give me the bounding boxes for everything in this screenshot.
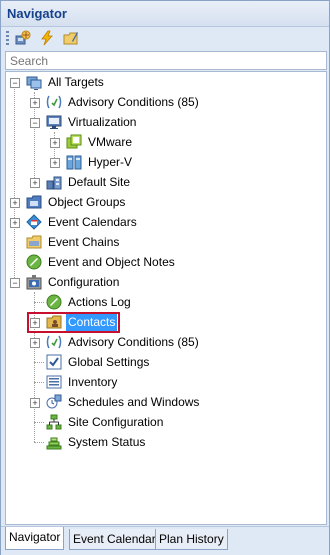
tree-item-label: Actions Log	[68, 295, 131, 309]
tree-item-schedules[interactable]: + Schedules and Windows	[6, 392, 324, 412]
tree-item-advisory-conditions-config[interactable]: + Advisory Conditions (85)	[6, 332, 324, 352]
tree-item-label: Event and Object Notes	[48, 255, 175, 269]
collapse-toggle[interactable]: −	[10, 78, 20, 88]
tree-connector	[34, 422, 44, 423]
tree-item-global-settings[interactable]: Global Settings	[6, 352, 324, 372]
tree-item-label: Advisory Conditions (85)	[68, 95, 199, 109]
tree-item-label: Event Calendars	[48, 215, 137, 229]
hyper-v-icon	[66, 155, 82, 170]
tab-plan-history[interactable]: Plan History	[155, 529, 228, 550]
tree-item-configuration[interactable]: − Configuration	[6, 272, 324, 292]
toolbar	[1, 27, 329, 50]
tree-item-label: System Status	[68, 435, 146, 449]
panel-title: Navigator	[7, 6, 67, 21]
inventory-icon	[46, 375, 62, 389]
tab-event-calendar[interactable]: Event Calendar	[69, 529, 160, 550]
system-status-icon	[46, 437, 62, 450]
tree-item-default-site[interactable]: + Default Site	[6, 172, 324, 192]
tree-item-label: Hyper-V	[88, 155, 133, 169]
tree-item-vmware[interactable]: + VMware	[6, 132, 324, 152]
tree-item-event-calendars[interactable]: + Event Calendars	[6, 212, 324, 232]
expand-toggle[interactable]: +	[30, 98, 40, 108]
expand-toggle[interactable]: +	[30, 398, 40, 408]
tree-item-object-groups[interactable]: + Object Groups	[6, 192, 324, 212]
site-icon	[46, 176, 62, 190]
expand-toggle[interactable]: +	[10, 198, 20, 208]
schedules-icon	[46, 394, 62, 409]
tree-connector	[34, 442, 44, 443]
collapse-toggle[interactable]: −	[10, 278, 20, 288]
expand-toggle[interactable]: +	[50, 158, 60, 168]
advisory-conditions-icon	[46, 95, 62, 109]
navigator-panel: Navigator −	[0, 0, 330, 555]
tree-item-label: Object Groups	[48, 195, 126, 209]
tree-item-label: Event Chains	[48, 235, 120, 249]
tree-item-all-targets[interactable]: − All Targets	[6, 72, 324, 92]
expand-toggle[interactable]: +	[10, 218, 20, 228]
selection-highlight-box	[27, 312, 120, 333]
tree-connector	[34, 302, 44, 303]
tree-item-label: Default Site	[68, 175, 131, 189]
configuration-icon	[26, 275, 42, 290]
tree-item-label: Advisory Conditions (85)	[68, 335, 199, 349]
tree-item-label: Schedules and Windows	[68, 395, 200, 409]
tree-item-label: Virtualization	[68, 115, 137, 129]
calendar-icon	[26, 214, 42, 230]
tree-item-event-chains[interactable]: Event Chains	[6, 232, 324, 252]
expand-toggle[interactable]: +	[50, 138, 60, 148]
search-input[interactable]	[6, 52, 324, 69]
advisory-conditions-icon	[46, 335, 62, 349]
tree-item-virtualization[interactable]: − Virtualization	[6, 112, 324, 132]
tree-item-advisory-conditions[interactable]: + Advisory Conditions (85)	[6, 92, 324, 112]
panel-title-bar: Navigator	[1, 1, 329, 27]
object-groups-icon	[26, 195, 42, 209]
tree-item-label: VMware	[88, 135, 133, 149]
tree-connector	[34, 362, 44, 363]
tree-item-site-configuration[interactable]: Site Configuration	[6, 412, 324, 432]
tree-connector	[34, 382, 44, 383]
search-box	[5, 51, 327, 70]
site-configuration-icon	[46, 414, 62, 430]
tree-item-label: Site Configuration	[68, 415, 164, 429]
collapse-toggle[interactable]: −	[30, 118, 40, 128]
checklist-icon	[46, 354, 62, 370]
folder-edit-icon[interactable]	[63, 30, 79, 46]
expand-toggle[interactable]: +	[30, 178, 40, 188]
tree-item-hyper-v[interactable]: + Hyper-V	[6, 152, 324, 172]
tree-item-label: Global Settings	[68, 355, 150, 369]
all-targets-icon	[26, 76, 42, 90]
tab-navigator[interactable]: Navigator	[5, 527, 65, 550]
tree-item-system-status[interactable]: System Status	[6, 432, 324, 452]
tree-item-label: Configuration	[48, 275, 120, 289]
lightning-icon[interactable]	[39, 30, 55, 46]
tree-item-actions-log[interactable]: Actions Log	[6, 292, 324, 312]
monitor-icon	[46, 115, 62, 129]
tree-item-event-notes[interactable]: Event and Object Notes	[6, 252, 324, 272]
tree-item-label: All Targets	[48, 75, 104, 89]
notes-icon	[26, 254, 42, 270]
navigator-tree[interactable]: − All Targets + Advisory Conditions (85)…	[5, 71, 327, 525]
expand-toggle[interactable]: +	[30, 338, 40, 348]
tree-item-label: Inventory	[68, 375, 118, 389]
actions-log-icon	[46, 294, 62, 310]
bottom-tab-bar: Navigator Event Calendar Plan History	[1, 526, 329, 555]
event-chains-icon	[26, 235, 42, 249]
vmware-icon	[66, 134, 82, 149]
target-wizard-icon[interactable]	[15, 30, 31, 46]
toolbar-grip[interactable]	[6, 31, 9, 47]
tree-item-inventory[interactable]: Inventory	[6, 372, 324, 392]
